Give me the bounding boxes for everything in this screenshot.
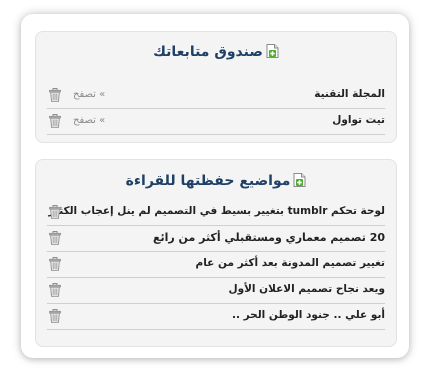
- trash-icon[interactable]: [49, 257, 61, 271]
- follow-item[interactable]: تيت تواول » تصفح: [47, 110, 385, 135]
- follow-item-label[interactable]: المجلة التقنية: [314, 88, 385, 100]
- follow-item[interactable]: المجلة التقنية » تصفح: [47, 84, 385, 109]
- document-add-icon: [266, 44, 279, 58]
- saved-item-label[interactable]: تغيير تصميم المدونة بعد أكثر من عام: [196, 257, 385, 269]
- follow-box-header: صندوق متابعاتك: [36, 44, 396, 60]
- trash-icon[interactable]: [49, 205, 61, 219]
- saved-item[interactable]: ويعد نجاح تصميم الاعلان الأول: [47, 279, 385, 304]
- saved-item-label[interactable]: ويعد نجاح تصميم الاعلان الأول: [228, 283, 385, 295]
- saved-item[interactable]: لوحة تحكم tumblr بتغيير بسيط في التصميم …: [47, 201, 385, 226]
- trash-icon[interactable]: [49, 283, 61, 297]
- saved-box-panel: مواضيع حفظتها للقراءة لوحة تحكم tumblr ب…: [35, 159, 397, 347]
- saved-item-label[interactable]: لوحة تحكم tumblr بتغيير بسيط في التصميم …: [48, 205, 385, 217]
- saved-item[interactable]: 20 تصميم معماري ومستقبلي أكثر من رائع: [47, 227, 385, 252]
- trash-icon[interactable]: [49, 309, 61, 323]
- trash-icon[interactable]: [49, 231, 61, 245]
- saved-item[interactable]: تغيير تصميم المدونة بعد أكثر من عام: [47, 253, 385, 278]
- browse-link[interactable]: » تصفح: [73, 89, 105, 100]
- widget-container: صندوق متابعاتك المجلة التقنية » تصفح تيت…: [21, 14, 409, 358]
- follow-box-title: صندوق متابعاتك: [153, 44, 263, 60]
- saved-box-header: مواضيع حفظتها للقراءة: [36, 173, 396, 189]
- trash-icon[interactable]: [49, 114, 61, 128]
- saved-item[interactable]: أبو علي .. جنود الوطن الحر ..: [47, 305, 385, 330]
- saved-box-title: مواضيع حفظتها للقراءة: [125, 173, 291, 189]
- saved-item-label[interactable]: 20 تصميم معماري ومستقبلي أكثر من رائع: [153, 231, 385, 244]
- document-add-icon: [293, 173, 306, 187]
- saved-item-label[interactable]: أبو علي .. جنود الوطن الحر ..: [232, 309, 385, 321]
- trash-icon[interactable]: [49, 88, 61, 102]
- follow-item-label[interactable]: تيت تواول: [332, 114, 385, 126]
- browse-link[interactable]: » تصفح: [73, 115, 105, 126]
- follow-box-panel: صندوق متابعاتك المجلة التقنية » تصفح تيت…: [35, 31, 397, 143]
